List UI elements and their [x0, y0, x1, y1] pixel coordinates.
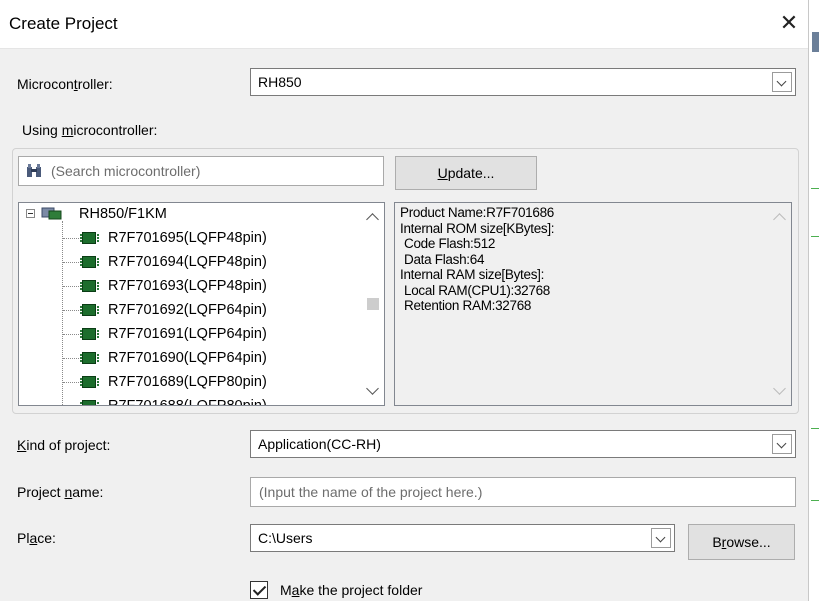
project-name-input[interactable]: (Input the name of the project here.) — [250, 477, 796, 507]
chip-icon — [80, 232, 99, 244]
microcontroller-info-panel: Product Name:R7F701686 Internal ROM size… — [394, 202, 792, 406]
project-name-placeholder: (Input the name of the project here.) — [259, 484, 483, 500]
microcontroller-label: Microcontroller: — [17, 76, 113, 92]
device-group-icon — [41, 207, 62, 220]
chevron-down-icon[interactable] — [772, 434, 792, 454]
search-placeholder: (Search microcontroller) — [51, 163, 201, 179]
search-input[interactable]: (Search microcontroller) — [18, 156, 384, 186]
chip-icon — [80, 376, 99, 388]
make-project-folder-label[interactable]: Make the project folder — [280, 582, 422, 598]
browse-label-part: B — [712, 534, 722, 550]
info-line: Product Name:R7F701686 — [400, 205, 554, 220]
place-value: C:\Users — [258, 530, 313, 546]
tree-item[interactable]: R7F701695(LQFP48pin) — [108, 230, 267, 246]
info-lines: Product Name:R7F701686 Internal ROM size… — [400, 205, 555, 314]
tree-item[interactable]: R7F701694(LQFP48pin) — [108, 254, 267, 270]
collapse-icon[interactable] — [26, 209, 35, 218]
make-project-folder-checkbox[interactable] — [250, 581, 268, 599]
kind-of-project-value: Application(CC-RH) — [258, 436, 381, 452]
place-label-part: Pl — [17, 530, 30, 546]
chip-icon — [80, 352, 99, 364]
microcontroller-select[interactable]: RH850 — [250, 68, 796, 96]
scroll-down-icon[interactable] — [773, 382, 786, 395]
chip-icon — [80, 304, 99, 316]
chip-icon — [80, 256, 99, 268]
close-icon[interactable]: ✕ — [776, 10, 802, 36]
chip-icon — [80, 280, 99, 292]
tree-guide-line — [63, 310, 79, 311]
kind-label-part: ind of project: — [26, 437, 111, 453]
scroll-up-icon[interactable] — [366, 213, 379, 226]
info-line: Internal RAM size[Bytes]: — [400, 267, 545, 282]
place-combo[interactable]: C:\Users — [250, 524, 675, 552]
binoculars-icon — [27, 164, 41, 177]
scrollbar-thumb[interactable] — [367, 298, 379, 310]
background-fragment — [811, 500, 819, 501]
microcontroller-label-part: Microcon — [17, 76, 74, 92]
chip-icon — [80, 400, 99, 405]
project-name-label: Project name: — [17, 484, 103, 500]
tree-item[interactable]: R7F701691(LQFP64pin) — [108, 326, 267, 342]
scroll-down-icon[interactable] — [366, 382, 379, 395]
tree-item[interactable]: R7F701688(LQFP80pin) — [108, 398, 267, 405]
microcontroller-value: RH850 — [258, 74, 302, 90]
tree-guide-line — [62, 221, 64, 405]
update-button[interactable]: Update... — [395, 156, 537, 190]
chevron-down-icon[interactable] — [772, 72, 792, 92]
tree-guide-line — [63, 286, 79, 287]
tree-guide-line — [63, 262, 79, 263]
project-name-label-part: ame: — [72, 484, 104, 500]
info-line: Local RAM(CPU1):32768 — [404, 282, 551, 298]
place-label-part: ce: — [37, 530, 56, 546]
kind-label-accesskey: K — [17, 437, 27, 453]
tree-item[interactable]: R7F701693(LQFP48pin) — [108, 278, 267, 294]
info-line: Code Flash:512 — [404, 236, 496, 251]
tree-root-label[interactable]: RH850/F1KM — [79, 206, 167, 222]
using-label-part: Using — [22, 122, 62, 138]
chevron-down-icon[interactable] — [651, 528, 671, 548]
update-accesskey: U — [437, 165, 448, 181]
microcontroller-tree[interactable]: RH850/F1KM R7F701695(LQFP48pin) R7F70169… — [18, 202, 385, 406]
tree-item[interactable]: R7F701692(LQFP64pin) — [108, 302, 267, 318]
tree-guide-line — [63, 334, 79, 335]
window-title: Create Project — [9, 14, 118, 33]
background-fragment — [811, 236, 819, 237]
kind-of-project-select[interactable]: Application(CC-RH) — [250, 430, 796, 458]
tree-guide-line — [63, 358, 79, 359]
info-line: Internal ROM size[KBytes]: — [400, 220, 555, 236]
title-bar: Create Project ✕ — [0, 0, 808, 49]
using-label-accesskey: m — [61, 122, 74, 138]
background-fragment — [811, 428, 819, 429]
tree-guide-line — [63, 382, 79, 383]
browse-label-part: owse... — [726, 534, 771, 550]
info-line: Data Flash:64 — [404, 251, 485, 267]
microcontroller-label-part: roller: — [77, 76, 113, 92]
using-microcontroller-label: Using microcontroller: — [22, 122, 157, 138]
tree-item[interactable]: R7F701689(LQFP80pin) — [108, 374, 267, 390]
tree-guide-line — [63, 238, 79, 239]
project-name-label-part: Project — [17, 484, 65, 500]
background-window-edge — [808, 0, 819, 601]
kind-of-project-label: Kind of project: — [17, 437, 110, 453]
place-label: Place: — [17, 530, 56, 546]
make-folder-label-part: ke the project folder — [299, 582, 423, 598]
info-scrollbar[interactable] — [769, 203, 791, 405]
browse-button[interactable]: Browse... — [688, 524, 795, 560]
using-label-part: icrocontroller: — [73, 122, 158, 138]
background-fragment — [812, 32, 819, 52]
chip-icon — [80, 328, 99, 340]
background-fragment — [811, 188, 819, 189]
make-folder-label-part: M — [280, 582, 292, 598]
info-line: Retention RAM:32768 — [404, 298, 532, 313]
tree-item[interactable]: R7F701690(LQFP64pin) — [108, 350, 267, 366]
scroll-up-icon[interactable] — [773, 213, 786, 226]
update-label: pdate... — [447, 165, 495, 181]
tree-scrollbar[interactable] — [362, 203, 384, 405]
